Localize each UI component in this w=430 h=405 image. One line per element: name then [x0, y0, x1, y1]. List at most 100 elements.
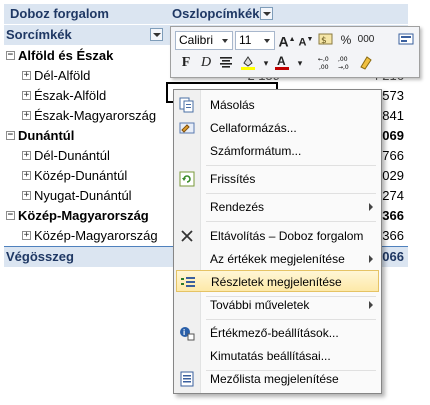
thousands-separator-button[interactable]: 000	[357, 31, 375, 49]
context-menu: Másolás Cellaformázás... Számformátum...…	[173, 89, 382, 394]
grand-total-label: Végösszeg	[6, 249, 74, 264]
clear-format-button[interactable]	[357, 54, 375, 72]
font-size-box[interactable]: 11	[235, 31, 275, 50]
mini-toolbar: Calibri 11 A▲ A▼ $ % 000 F D ▾ A ▾ ←,0,0…	[170, 26, 420, 78]
chevron-down-icon[interactable]	[219, 33, 231, 48]
menu-item-label: Számformátum...	[210, 144, 302, 158]
row-label: Közép-Dunántúl	[34, 168, 128, 183]
row-filter-dropdown[interactable]	[150, 28, 163, 41]
menu-item-refresh[interactable]: Frissítés	[176, 168, 379, 190]
submenu-arrow-icon	[369, 301, 373, 309]
menu-item-label: Eltávolítás – Doboz forgalom	[210, 229, 364, 243]
fill-color-icon	[241, 56, 255, 70]
submenu-arrow-icon	[369, 255, 373, 263]
svg-text:i: i	[183, 328, 185, 337]
menu-separator	[206, 165, 376, 166]
menu-item-show-details[interactable]: Részletek megjelenítése	[176, 270, 379, 292]
decrease-decimal-icon: ,00→,0	[338, 56, 349, 71]
chevron-down-icon[interactable]: ▾	[291, 54, 309, 72]
value-field-settings-icon: i	[180, 327, 195, 341]
format-cells-icon	[179, 122, 195, 134]
menu-item-label: Cellaformázás...	[210, 121, 297, 135]
expand-icon[interactable]: +	[22, 191, 31, 200]
show-details-icon	[181, 277, 195, 287]
pivot-header-row: Doboz forgalom Oszlopcímkék	[4, 4, 408, 24]
fill-color-button[interactable]	[239, 54, 257, 72]
expand-icon[interactable]: +	[22, 111, 31, 120]
format-painter-icon	[398, 33, 414, 45]
value-field-header[interactable]: Doboz forgalom	[10, 4, 109, 24]
svg-text:,00: ,00	[338, 56, 348, 63]
menu-item-show-values-as[interactable]: Az értékek megjelenítése	[176, 248, 379, 270]
menu-item-copy[interactable]: Másolás	[176, 94, 379, 116]
expand-icon[interactable]: +	[22, 151, 31, 160]
center-align-button[interactable]	[217, 54, 235, 72]
chevron-down-icon[interactable]	[261, 33, 273, 48]
svg-text:←,0: ←,0	[318, 56, 329, 63]
font-name-value: Calibri	[179, 33, 214, 47]
decrease-decimal-button[interactable]: ,00 →,0	[337, 54, 355, 72]
font-color-icon: A	[275, 54, 289, 70]
cell-value: 366	[382, 208, 404, 223]
cell-value: 069	[382, 128, 404, 143]
italic-button[interactable]: D	[197, 54, 215, 72]
column-filter-dropdown[interactable]	[260, 7, 273, 20]
menu-item-sort[interactable]: Rendezés	[176, 196, 379, 218]
collapse-icon[interactable]: −	[6, 51, 15, 60]
menu-item-label: Frissítés	[210, 172, 256, 186]
expand-icon[interactable]: +	[22, 91, 31, 100]
row-label: Észak-Alföld	[34, 88, 107, 103]
menu-item-label: Rendezés	[210, 200, 265, 214]
menu-item-label: Értékmező-beállítások...	[210, 326, 339, 340]
refresh-icon	[179, 171, 195, 187]
grow-font-button[interactable]: A▲	[278, 31, 296, 50]
format-painter-button[interactable]	[397, 31, 415, 49]
percent-button[interactable]: %	[337, 31, 355, 49]
row-label: Dél-Dunántúl	[34, 148, 110, 163]
expand-icon[interactable]: +	[22, 231, 31, 240]
menu-separator	[206, 319, 376, 320]
expand-icon[interactable]: +	[22, 171, 31, 180]
accounting-format-button[interactable]: $	[317, 31, 335, 49]
row-labels-header[interactable]: Sorcímkék	[6, 25, 72, 45]
row-label: Közép-Magyarország	[34, 228, 158, 243]
accounting-format-icon: $	[318, 33, 333, 46]
row-label: Észak-Magyarország	[34, 108, 157, 123]
menu-item-value-field-settings[interactable]: i Értékmező-beállítások...	[176, 322, 379, 344]
menu-item-format-cells[interactable]: Cellaformázás...	[176, 117, 379, 139]
menu-item-remove-field[interactable]: Eltávolítás – Doboz forgalom	[176, 225, 379, 247]
cell-value: 274	[382, 188, 404, 203]
menu-item-label: Másolás	[210, 98, 255, 112]
menu-item-show-field-list[interactable]: Mezőlista megjelenítése	[176, 368, 379, 390]
collapse-icon[interactable]: −	[6, 131, 15, 140]
menu-item-number-format[interactable]: Számformátum...	[176, 140, 379, 162]
svg-text:→,0: →,0	[338, 64, 349, 70]
row-label: Dél-Alföld	[34, 68, 91, 83]
row-label: Nyugat-Dunántúl	[34, 188, 132, 203]
clear-format-icon	[360, 56, 372, 70]
svg-text:,00: ,00	[319, 64, 329, 70]
font-color-button[interactable]: A	[273, 54, 291, 72]
menu-item-label: Mezőlista megjelenítése	[210, 372, 339, 386]
menu-separator	[206, 221, 376, 222]
menu-item-label: Kimutatás beállításai...	[210, 349, 331, 363]
increase-decimal-button[interactable]: ←,0,00	[317, 54, 335, 72]
shrink-font-button[interactable]: A▼	[297, 31, 315, 49]
menu-item-more-actions[interactable]: További műveletek	[176, 294, 379, 316]
expand-icon[interactable]: +	[22, 71, 31, 80]
svg-text:A: A	[277, 54, 286, 68]
font-size-value: 11	[239, 33, 252, 47]
font-name-box[interactable]: Calibri	[175, 31, 233, 50]
cell-value: 841	[382, 108, 404, 123]
bold-button[interactable]: F	[177, 54, 195, 72]
collapse-icon[interactable]: −	[6, 211, 15, 220]
row-label: Alföld és Észak	[18, 48, 114, 63]
column-labels-header[interactable]: Oszlopcímkék	[172, 4, 259, 24]
svg-text:$: $	[321, 36, 327, 46]
remove-icon	[181, 230, 193, 242]
menu-item-pivot-options[interactable]: Kimutatás beállításai...	[176, 345, 379, 367]
cell-value: 029	[382, 168, 404, 183]
menu-item-label: További műveletek	[210, 298, 310, 312]
row-label: Közép-Magyarország	[18, 208, 149, 223]
field-list-icon	[180, 371, 194, 387]
